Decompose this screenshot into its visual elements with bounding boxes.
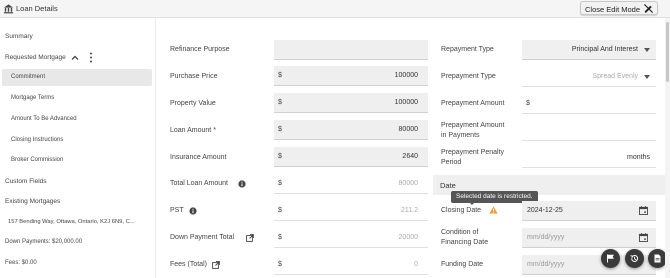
- loan-amount-field[interactable]: $ 80000: [274, 120, 428, 140]
- document-icon: [654, 254, 661, 263]
- currency-symbol: $: [278, 153, 282, 160]
- sidebar-item-custom-fields[interactable]: Custom Fields: [5, 178, 47, 185]
- sidebar-item-commitment[interactable]: Commitment: [11, 74, 45, 80]
- kebab-icon[interactable]: [88, 52, 94, 63]
- external-link-icon[interactable]: [212, 261, 220, 269]
- repayment-type-select[interactable]: Principal And Interest: [522, 40, 656, 60]
- down-payment-total-field: $ 20000: [274, 228, 428, 248]
- sidebar-item-summary[interactable]: Summary: [5, 33, 33, 40]
- condition-of-financing-date-placeholder: mm/dd/yyyy: [527, 234, 565, 241]
- prepayment-penalty-period-label-1: Prepayment Penalty: [441, 149, 505, 156]
- sidebar-item-mortgage-terms[interactable]: Mortgage Terms: [11, 95, 54, 101]
- chevron-down-icon: [644, 48, 650, 52]
- currency-symbol: $: [278, 72, 282, 79]
- history-button[interactable]: [625, 249, 644, 268]
- loan-amount-label: Loan Amount *: [170, 127, 216, 134]
- date-section-title: Date: [440, 181, 456, 190]
- condition-of-financing-date-field[interactable]: mm/dd/yyyy: [522, 228, 656, 248]
- calendar-icon[interactable]: [639, 206, 648, 215]
- sidebar-item-address[interactable]: 157 Bending Way, Ottawa, Ontario, K2J 6N…: [8, 219, 135, 225]
- page-title: Loan Details: [16, 4, 58, 13]
- flag-icon: [607, 254, 614, 263]
- prepayment-type-label: Prepayment Type: [441, 73, 496, 80]
- prepayment-type-select[interactable]: Spread Evenly: [522, 67, 656, 87]
- closing-date-label: Closing Date: [441, 207, 482, 214]
- total-loan-amount-field: $ 80000: [274, 174, 428, 194]
- purchase-price-value: 100000: [394, 72, 418, 79]
- currency-symbol: $: [278, 126, 282, 133]
- down-payment-total-value: 20000: [398, 234, 418, 241]
- closing-date-value: 2024-12-25: [527, 207, 563, 214]
- pst-value: 211.2: [401, 207, 418, 214]
- purchase-price-field[interactable]: $ 100000: [274, 66, 428, 86]
- prepayment-type-value: Spread Evenly: [592, 73, 638, 80]
- prepayment-amount-field[interactable]: $: [522, 94, 656, 114]
- chevron-up-icon[interactable]: [71, 54, 79, 62]
- scrollbar-thumb[interactable]: [666, 22, 669, 82]
- closing-date-field[interactable]: 2024-12-25: [522, 201, 656, 221]
- repayment-type-label: Repayment Type: [441, 46, 494, 53]
- currency-symbol: $: [278, 99, 282, 106]
- sidebar-item-fees[interactable]: Fees: $0.00: [5, 260, 37, 266]
- external-link-icon[interactable]: [246, 234, 254, 242]
- bank-icon: [3, 4, 14, 14]
- prepayment-penalty-period-field[interactable]: months: [522, 148, 656, 168]
- edit-off-icon: [643, 3, 654, 14]
- property-value-field[interactable]: $ 100000: [274, 93, 428, 113]
- chevron-down-icon: [644, 75, 650, 79]
- flag-button[interactable]: [601, 249, 620, 268]
- refinance-purpose-field[interactable]: [274, 40, 428, 60]
- currency-symbol: $: [278, 261, 282, 268]
- close-edit-mode-button[interactable]: Close Edit Mode: [580, 1, 658, 15]
- condition-of-financing-date-label-2: Financing Date: [441, 239, 489, 246]
- pst-field: $ 211.2: [274, 201, 428, 221]
- tooltip-arrow: [469, 202, 475, 205]
- currency-symbol: $: [278, 234, 282, 241]
- info-icon[interactable]: [238, 180, 246, 188]
- purchase-price-label: Purchase Price: [170, 73, 218, 80]
- currency-symbol: $: [278, 207, 282, 214]
- fees-total-field: $ 0: [274, 255, 428, 275]
- prepayment-amount-in-payments-label-1: Prepayment Amount: [441, 122, 505, 129]
- warning-icon[interactable]: [489, 206, 498, 214]
- total-loan-amount-value: 80000: [398, 180, 418, 187]
- prepayment-amount-in-payments-field[interactable]: [522, 121, 656, 141]
- insurance-amount-label: Insurance Amount: [170, 154, 227, 161]
- currency-symbol: $: [526, 100, 530, 107]
- sidebar-item-amount-to-be-advanced[interactable]: Amount To Be Advanced: [11, 116, 77, 122]
- close-edit-mode-label: Close Edit Mode: [585, 5, 641, 14]
- insurance-amount-value: 2640: [402, 153, 418, 160]
- insurance-amount-field[interactable]: $ 2640: [274, 147, 428, 167]
- calendar-icon[interactable]: [639, 233, 648, 242]
- prepayment-amount-label: Prepayment Amount: [441, 100, 505, 107]
- info-icon[interactable]: [189, 207, 197, 215]
- total-loan-amount-label: Total Loan Amount: [170, 180, 228, 187]
- funding-date-placeholder: mm/dd/yyyy: [527, 261, 565, 268]
- condition-of-financing-date-label-1: Condition of: [441, 229, 479, 236]
- refinance-purpose-label: Refinance Purpose: [170, 46, 230, 53]
- months-unit: months: [627, 154, 650, 161]
- fees-total-value: 0: [414, 261, 418, 268]
- prepayment-amount-in-payments-label-2: in Payments: [441, 132, 480, 139]
- repayment-type-value: Principal And Interest: [571, 46, 638, 53]
- sidebar-item-requested-mortgage[interactable]: Requested Mortgage: [5, 54, 66, 61]
- sidebar-item-existing-mortgages[interactable]: Existing Mortgages: [5, 198, 60, 205]
- prepayment-penalty-period-label-2: Period: [441, 159, 462, 166]
- currency-symbol: $: [278, 180, 282, 187]
- sidebar-item-broker-commission[interactable]: Broker Commission: [11, 157, 63, 163]
- funding-date-label: Funding Date: [441, 261, 484, 268]
- property-value-value: 100000: [394, 99, 418, 106]
- sidebar-item-down-payments[interactable]: Down Payments: $20,000.00: [5, 239, 82, 245]
- history-icon: [630, 254, 639, 262]
- pst-label: PST: [170, 207, 184, 214]
- fees-total-label: Fees (Total): [170, 261, 207, 268]
- property-value-label: Property Value: [170, 100, 216, 107]
- sidebar-item-closing-instructions[interactable]: Closing Instructions: [11, 137, 63, 143]
- loan-amount-value: 80000: [398, 126, 418, 133]
- down-payment-total-label: Down Payment Total: [170, 234, 235, 241]
- title-bar: Loan Details Close Edit Mode: [0, 0, 670, 18]
